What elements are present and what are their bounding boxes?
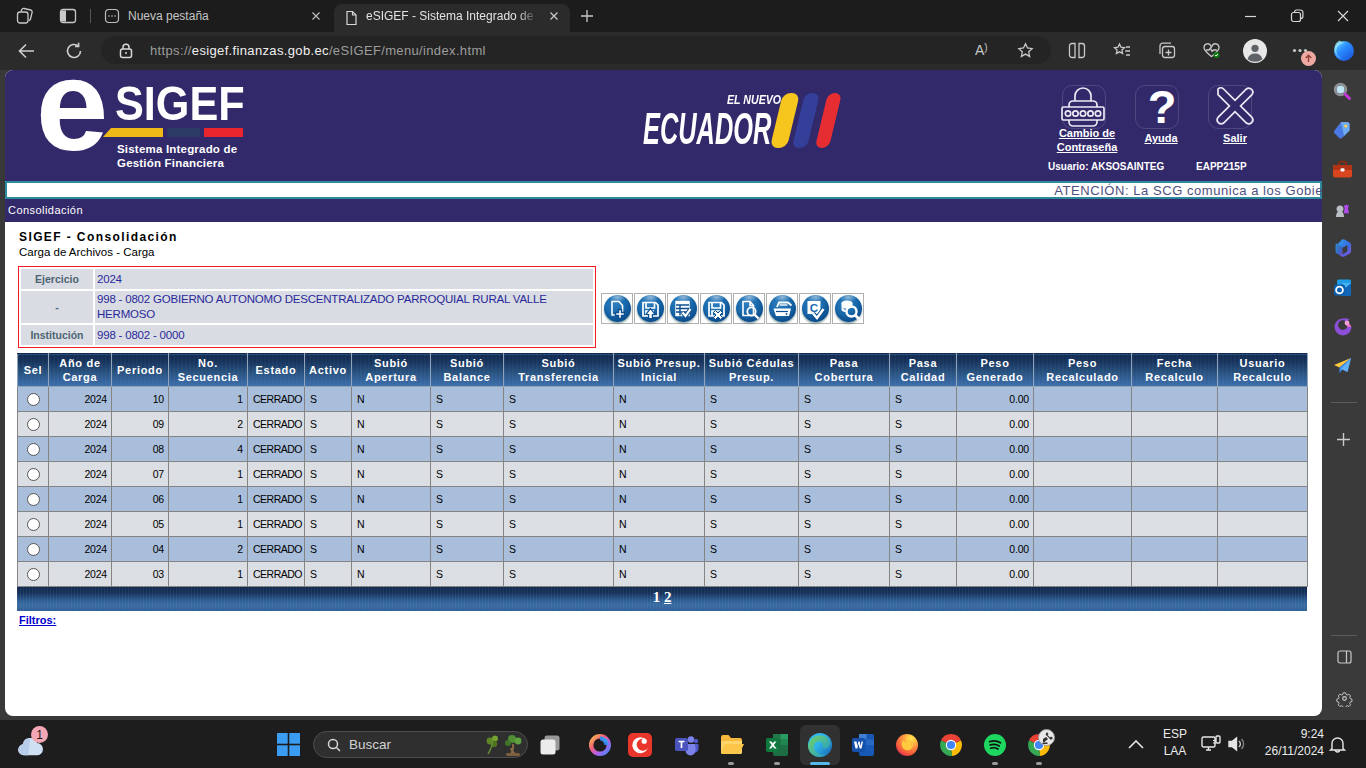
svg-text:C: C <box>810 302 818 314</box>
